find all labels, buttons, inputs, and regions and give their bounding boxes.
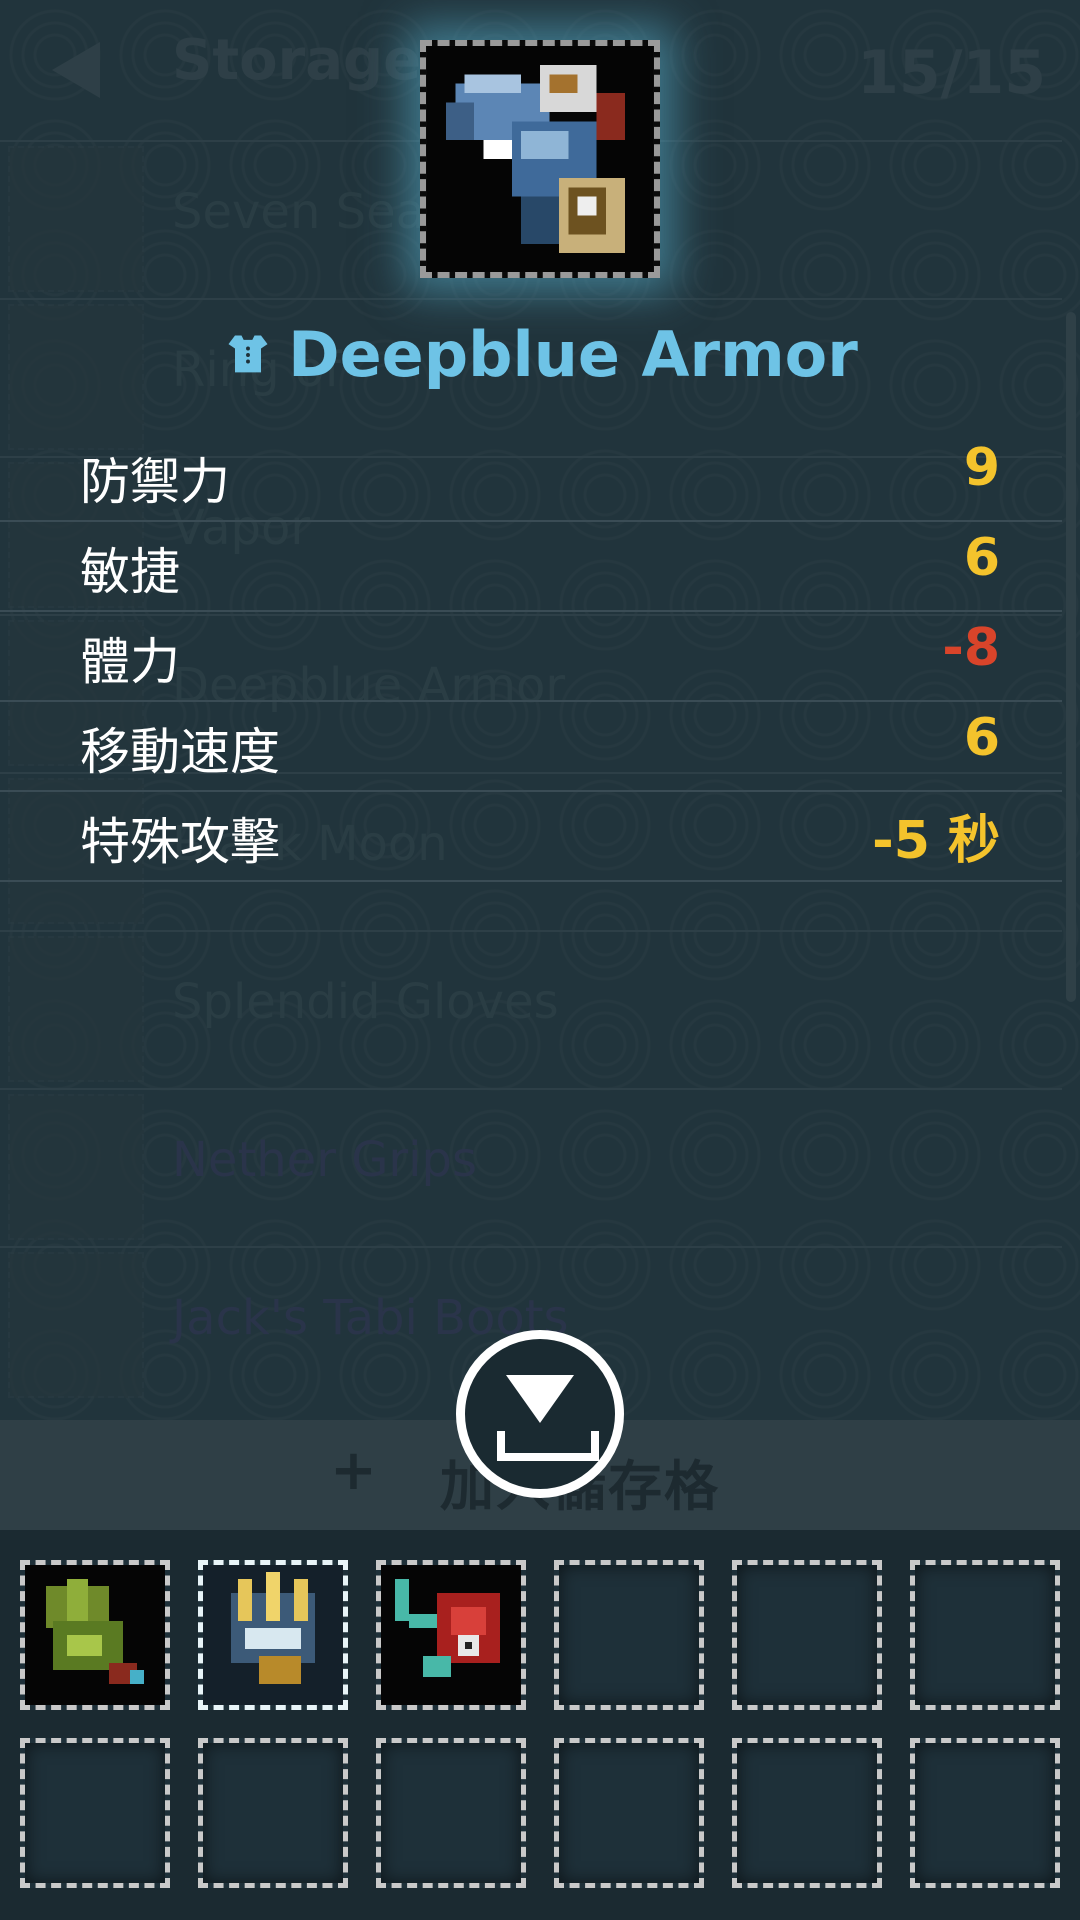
stat-value: 6: [963, 708, 1000, 768]
deepblue-armor-icon: [427, 46, 653, 272]
red-armor-icon: [381, 1565, 521, 1705]
inventory-slot-empty[interactable]: [554, 1738, 704, 1888]
stat-row: 防禦力 9: [0, 432, 1062, 522]
stat-value: 9: [963, 438, 1000, 498]
item-portrait: [420, 40, 660, 278]
green-gloves-icon: [25, 1565, 165, 1705]
stat-label: 防禦力: [80, 453, 230, 511]
stat-label: 敏捷: [80, 543, 180, 601]
inventory-slot-empty[interactable]: [910, 1738, 1060, 1888]
store-item-button[interactable]: [456, 1330, 624, 1498]
item-name: Deepblue Armor: [288, 318, 858, 391]
stat-row: 移動速度 6: [0, 702, 1062, 792]
inventory-slot-empty[interactable]: [20, 1738, 170, 1888]
stat-row: 特殊攻擊 -5 秒: [0, 792, 1062, 882]
inventory-slot-empty[interactable]: [376, 1738, 526, 1888]
stat-row: 敏捷 6: [0, 522, 1062, 612]
stat-label: 移動速度: [80, 723, 280, 781]
golden-claw-icon: [203, 1565, 343, 1705]
inventory-slot[interactable]: [376, 1560, 526, 1710]
download-icon: [506, 1375, 574, 1423]
inventory-slot-empty[interactable]: [554, 1560, 704, 1710]
stat-value: 6: [963, 528, 1000, 588]
stat-row: 體力 -8: [0, 612, 1062, 702]
inventory-slot-empty[interactable]: [198, 1738, 348, 1888]
item-title-row: Deepblue Armor: [0, 318, 1080, 391]
plus-icon: +: [330, 1438, 377, 1503]
item-stats: 防禦力 9 敏捷 6 體力 -8 移動速度 6 特殊攻擊 -5 秒: [0, 432, 1062, 882]
stat-value: -5 秒: [872, 811, 1000, 871]
stat-label: 特殊攻擊: [80, 813, 280, 871]
tray-icon: [497, 1431, 599, 1461]
armor-icon: [228, 335, 268, 372]
inventory-slot[interactable]: [20, 1560, 170, 1710]
inventory-slot-selected[interactable]: [198, 1560, 348, 1710]
stat-value: -8: [942, 618, 1000, 678]
inventory-slot-empty[interactable]: [732, 1738, 882, 1888]
inventory-slot-empty[interactable]: [732, 1560, 882, 1710]
inventory-grid: [0, 1530, 1080, 1920]
stat-label: 體力: [80, 633, 180, 691]
inventory-slot-empty[interactable]: [910, 1560, 1060, 1710]
